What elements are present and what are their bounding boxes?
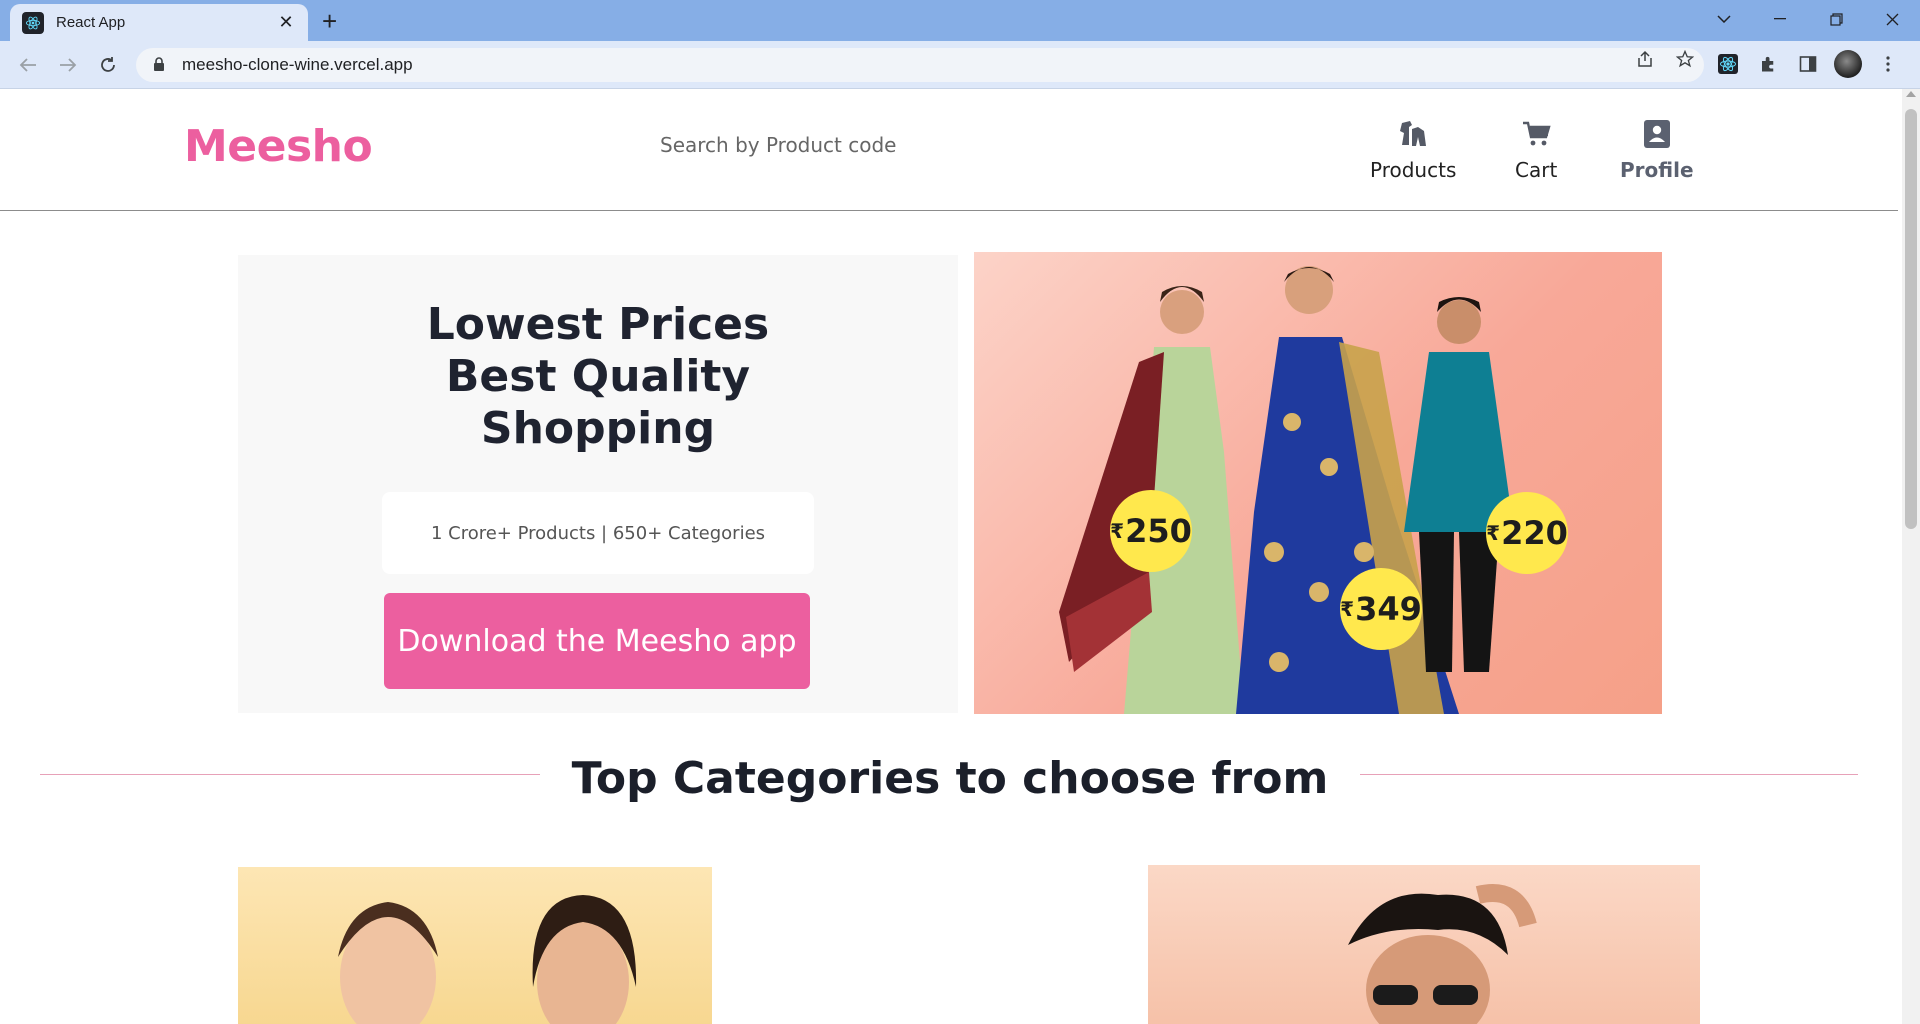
hero-title-line: Lowest Prices [426, 299, 770, 350]
nav-products-label: Products [1370, 158, 1457, 182]
price-value: 220 [1501, 514, 1568, 552]
rupee-symbol: ₹ [1340, 597, 1355, 621]
react-favicon-icon [22, 11, 44, 34]
close-window-icon[interactable] [1864, 0, 1920, 38]
tab-search-icon[interactable] [1696, 0, 1752, 38]
shirt-icon [1398, 119, 1428, 154]
cart-icon [1521, 119, 1551, 154]
nav-profile-label: Profile [1620, 158, 1694, 182]
profile-avatar[interactable] [1834, 50, 1862, 78]
price-badge: ₹220 [1486, 492, 1568, 574]
restore-icon[interactable] [1808, 0, 1864, 38]
rupee-symbol: ₹ [1110, 519, 1125, 543]
models-illustration [1059, 266, 1514, 714]
nav-cart-label: Cart [1515, 158, 1558, 182]
omnibox-actions [1634, 48, 1696, 70]
hero-title-line: Best Quality [445, 351, 751, 402]
meesho-logo[interactable]: Meesho [184, 121, 373, 172]
hero-promo-panel: Lowest Prices Best Quality Shopping 1 Cr… [238, 255, 958, 713]
new-tab-button[interactable]: + [322, 6, 337, 36]
kebab-menu-icon[interactable] [1874, 50, 1902, 78]
browser-tabbar: React App ✕ + [0, 0, 1920, 41]
page-scrollbar[interactable] [1902, 89, 1920, 1024]
browser-tab[interactable]: React App ✕ [10, 4, 308, 41]
site-header: Meesho Products Cart [0, 89, 1898, 211]
profile-icon [1642, 119, 1672, 154]
divider-right [1360, 774, 1858, 775]
back-icon[interactable] [14, 51, 42, 79]
women-model-image [338, 895, 637, 1024]
scroll-up-icon[interactable] [1906, 91, 1916, 97]
puzzle-extensions-icon[interactable] [1754, 50, 1782, 78]
hero-title-line: Shopping [480, 403, 716, 454]
hero-title: Lowest Prices Best Quality Shopping [238, 299, 958, 455]
window-controls [1696, 0, 1920, 41]
forward-icon[interactable] [54, 51, 82, 79]
top-categories-title: Top Categories to choose from [571, 753, 1329, 804]
price-badge: ₹250 [1110, 490, 1192, 572]
lock-icon [152, 56, 170, 74]
price-value: 250 [1125, 512, 1192, 550]
nav-profile[interactable]: Profile [1620, 119, 1694, 182]
category-card-women[interactable] [238, 867, 712, 1024]
tab-title: React App [56, 14, 126, 31]
browser-toolbar: meesho-clone-wine.vercel.app [0, 41, 1920, 89]
tab-close-icon[interactable]: ✕ [276, 12, 296, 33]
address-bar[interactable]: meesho-clone-wine.vercel.app [136, 48, 1704, 82]
rupee-symbol: ₹ [1486, 521, 1501, 545]
scroll-thumb[interactable] [1905, 109, 1917, 529]
price-value: 349 [1355, 590, 1422, 628]
bookmark-star-icon[interactable] [1674, 48, 1696, 70]
react-devtools-icon[interactable] [1714, 50, 1742, 78]
page-viewport: Meesho Products Cart [0, 89, 1920, 1024]
hero-banner-image[interactable]: ₹250 ₹349 ₹220 [974, 252, 1662, 714]
nav-products[interactable]: Products [1370, 119, 1456, 182]
reload-icon[interactable] [94, 51, 122, 79]
hero-stats: 1 Crore+ Products | 650+ Categories [382, 492, 814, 574]
divider-left [40, 774, 540, 775]
download-app-button[interactable]: Download the Meesho app [384, 593, 810, 689]
minimize-icon[interactable] [1752, 0, 1808, 38]
extensions-area [1714, 50, 1920, 78]
side-panel-icon[interactable] [1794, 50, 1822, 78]
share-icon[interactable] [1634, 48, 1656, 70]
nav-cart[interactable]: Cart [1515, 119, 1557, 182]
price-badge: ₹349 [1340, 568, 1422, 650]
category-card-men[interactable] [1148, 865, 1700, 1024]
men-model-image [1348, 884, 1537, 1024]
search-input[interactable] [660, 123, 1080, 167]
url-text: meesho-clone-wine.vercel.app [182, 55, 413, 74]
